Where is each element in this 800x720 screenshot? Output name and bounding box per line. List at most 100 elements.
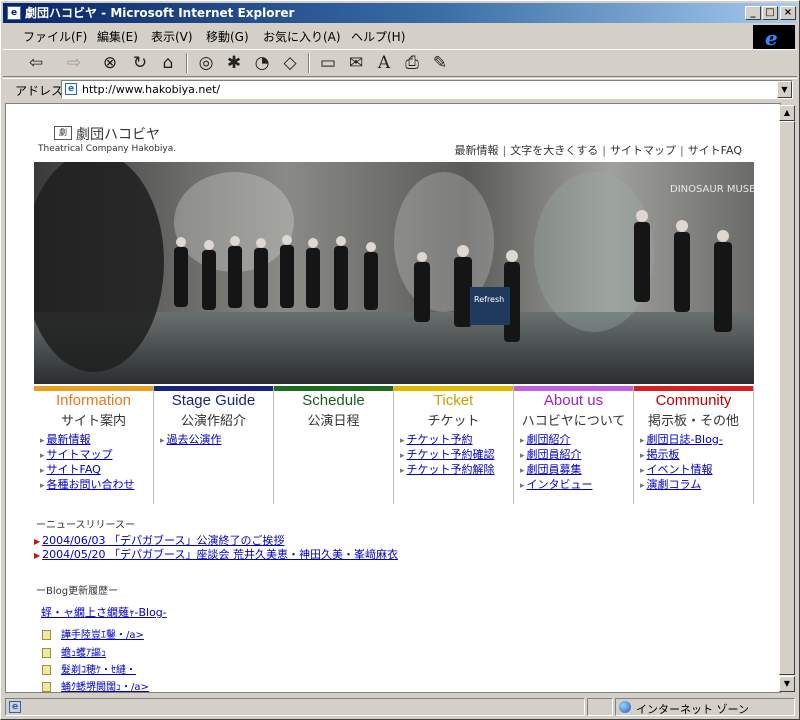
edit-icon[interactable]: ✎ (429, 52, 451, 74)
menu-favorites[interactable]: お気に入り(A) (263, 28, 341, 45)
logo-text: 劇団ハコビヤ (76, 127, 160, 143)
address-dropdown-icon[interactable]: ▼ (777, 81, 792, 98)
link-ticket-cancel[interactable]: チケット予約解除 (407, 463, 495, 476)
page-content: 劇 劇団ハコビヤ Theatrical Company Hakobiya. 最新… (5, 103, 781, 693)
link-members-intro[interactable]: 劇団員紹介 (527, 448, 582, 461)
list-item: 演劇コラム (640, 478, 753, 493)
link-past-shows[interactable]: 過去公演作 (167, 433, 222, 446)
status-bar: e インターネット ゾーン (3, 697, 797, 717)
ie-logo: e (753, 25, 795, 50)
link-troupe-intro[interactable]: 劇団紹介 (527, 433, 571, 446)
mail-icon[interactable]: ✉ (345, 52, 367, 74)
link-inquiry[interactable]: 各種お問い合わせ (47, 478, 135, 491)
ie-page-icon: e (7, 6, 21, 20)
link-interview[interactable]: インタビュー (527, 478, 593, 491)
cat-links: 最新情報 サイトマップ サイトFAQ 各種お問い合わせ (40, 433, 153, 493)
toolbar: ⇦ ⇨ ⊗ ↻ ⌂ ◎ ✱ ◔ ◇ ▭ ✉ A ⎙ ✎ (3, 49, 797, 77)
cat-bar (154, 386, 273, 391)
close-button[interactable]: × (780, 6, 796, 20)
list-item: 劇団日誌-Blog- (640, 433, 753, 448)
channels-icon[interactable]: ◇ (279, 52, 301, 74)
address-url: http://www.hakobiya.net/ (82, 83, 221, 96)
link-ticket-confirm[interactable]: チケット予約確認 (407, 448, 495, 461)
topnav-font-size[interactable]: 文字を大きくする (510, 144, 598, 157)
refresh-icon[interactable]: ↻ (129, 52, 151, 74)
blog-entry-link[interactable]: 蟾ｭ蠖ｱ謳ｭ (61, 648, 106, 659)
logo-subtitle: Theatrical Company Hakobiya. (38, 144, 177, 154)
favorites-icon[interactable]: ✱ (223, 52, 245, 74)
cat-bar (634, 386, 753, 391)
home-icon[interactable]: ⌂ (157, 52, 179, 74)
search-icon[interactable]: ◎ (195, 52, 217, 74)
back-icon[interactable]: ⇦ (25, 52, 47, 74)
topnav-latest[interactable]: 最新情報 (455, 144, 499, 157)
cat-title-en[interactable]: Schedule (274, 392, 393, 409)
toolbar-separator (186, 53, 188, 73)
list-item: イベント情報 (640, 463, 753, 478)
cat-title-en[interactable]: Ticket (394, 392, 513, 409)
scroll-down-icon[interactable]: ▼ (779, 676, 795, 692)
blog-entry-link[interactable]: 譁手陸豈ｴ鑿・/a> (61, 630, 144, 641)
logo-mark-icon: 劇 (54, 126, 72, 140)
cat-title-jp: ハコビヤについて (521, 414, 626, 429)
print-icon[interactable]: ⎙ (401, 52, 423, 74)
maximize-button[interactable]: □ (762, 6, 778, 20)
news-item: 2004/05/20 「デパガブース」座談会 荒井久美恵・神田久美・峯﨑麻衣 (34, 546, 398, 562)
cat-links: 過去公演作 (160, 433, 273, 448)
scroll-up-icon[interactable]: ▲ (779, 105, 795, 121)
history-icon[interactable]: ◔ (251, 52, 273, 74)
topnav-sitemap[interactable]: サイトマップ (610, 144, 676, 157)
status-panel (587, 698, 613, 716)
forward-icon[interactable]: ⇨ (63, 52, 85, 74)
link-members-recruit[interactable]: 劇団員募集 (527, 463, 582, 476)
cat-bar (514, 386, 633, 391)
cat-ticket: Ticket チケット チケット予約 チケット予約確認 チケット予約解除 (394, 386, 514, 504)
link-sitemap[interactable]: サイトマップ (47, 448, 113, 461)
cat-title-en[interactable]: Community (634, 392, 753, 409)
hero-photo: Refresh DINOSAUR MUSEUM (34, 162, 754, 384)
address-input[interactable]: e http://www.hakobiya.net/ ▼ (61, 80, 793, 99)
link-column[interactable]: 演劇コラム (647, 478, 702, 491)
menu-file[interactable]: ファイル(F) (23, 28, 87, 45)
menu-view[interactable]: 表示(V) (151, 28, 193, 45)
status-zone: インターネット ゾーン (615, 698, 795, 716)
cat-title-jp: チケット (427, 414, 480, 429)
ie-logo-icon: e (765, 26, 778, 50)
document-icon (42, 630, 51, 640)
link-board[interactable]: 掲示板 (647, 448, 680, 461)
menu-bar: ファイル(F) 編集(E) 表示(V) 移動(G) お気に入り(A) ヘルプ(H… (3, 25, 749, 47)
address-label: アドレス (15, 84, 64, 98)
list-item: サイトFAQ (40, 463, 153, 478)
menu-edit[interactable]: 編集(E) (97, 28, 138, 45)
menu-go[interactable]: 移動(G) (206, 28, 249, 45)
cat-schedule: Schedule 公演日程 (274, 386, 394, 504)
title-bar[interactable]: e 劇団ハコビヤ - Microsoft Internet Explorer _… (3, 3, 797, 23)
link-faq[interactable]: サイトFAQ (47, 463, 101, 476)
news-link[interactable]: 2004/05/20 「デパガブース」座談会 荒井久美恵・神田久美・峯﨑麻衣 (42, 548, 398, 561)
link-ticket-reserve[interactable]: チケット予約 (407, 433, 473, 446)
scroll-thumb[interactable] (779, 121, 795, 675)
cat-title-en[interactable]: Stage Guide (154, 392, 273, 409)
link-events[interactable]: イベント情報 (647, 463, 713, 476)
minimize-button[interactable]: _ (745, 6, 761, 20)
blog-title: ーBlog更新履歴ー (36, 586, 119, 597)
link-blog[interactable]: 劇団日誌-Blog- (647, 433, 723, 446)
blog-link[interactable]: 蜉・ャ繝上さ繝薙ｬ-Blog- (41, 604, 167, 620)
fullscreen-icon[interactable]: ▭ (317, 52, 339, 74)
font-icon[interactable]: A (373, 52, 395, 74)
list-item: 髮剃ｺ穂ｹ・ｾ縺・ (42, 661, 136, 676)
vertical-scrollbar[interactable]: ▲ ▼ (779, 105, 795, 692)
stop-icon[interactable]: ⊗ (99, 52, 121, 74)
cat-title-en[interactable]: Information (34, 392, 153, 409)
menu-help[interactable]: ヘルプ(H) (351, 28, 405, 45)
topnav-faq[interactable]: サイトFAQ (688, 144, 742, 157)
list-item: 劇団員紹介 (520, 448, 633, 463)
document-icon (42, 682, 51, 692)
status-page-icon: e (9, 701, 21, 713)
cat-title-en[interactable]: About us (514, 392, 633, 409)
link-latest[interactable]: 最新情報 (47, 433, 91, 446)
hero-sign-text: DINOSAUR MUSEUM (670, 184, 754, 195)
blog-entry-link[interactable]: 蛹ｸ蟋堺閧闊ｭ・/a> (61, 682, 149, 692)
cat-title-jp: 公演作紹介 (180, 414, 246, 429)
blog-entry-link[interactable]: 髮剃ｺ穂ｹ・ｾ縺・ (61, 665, 136, 676)
